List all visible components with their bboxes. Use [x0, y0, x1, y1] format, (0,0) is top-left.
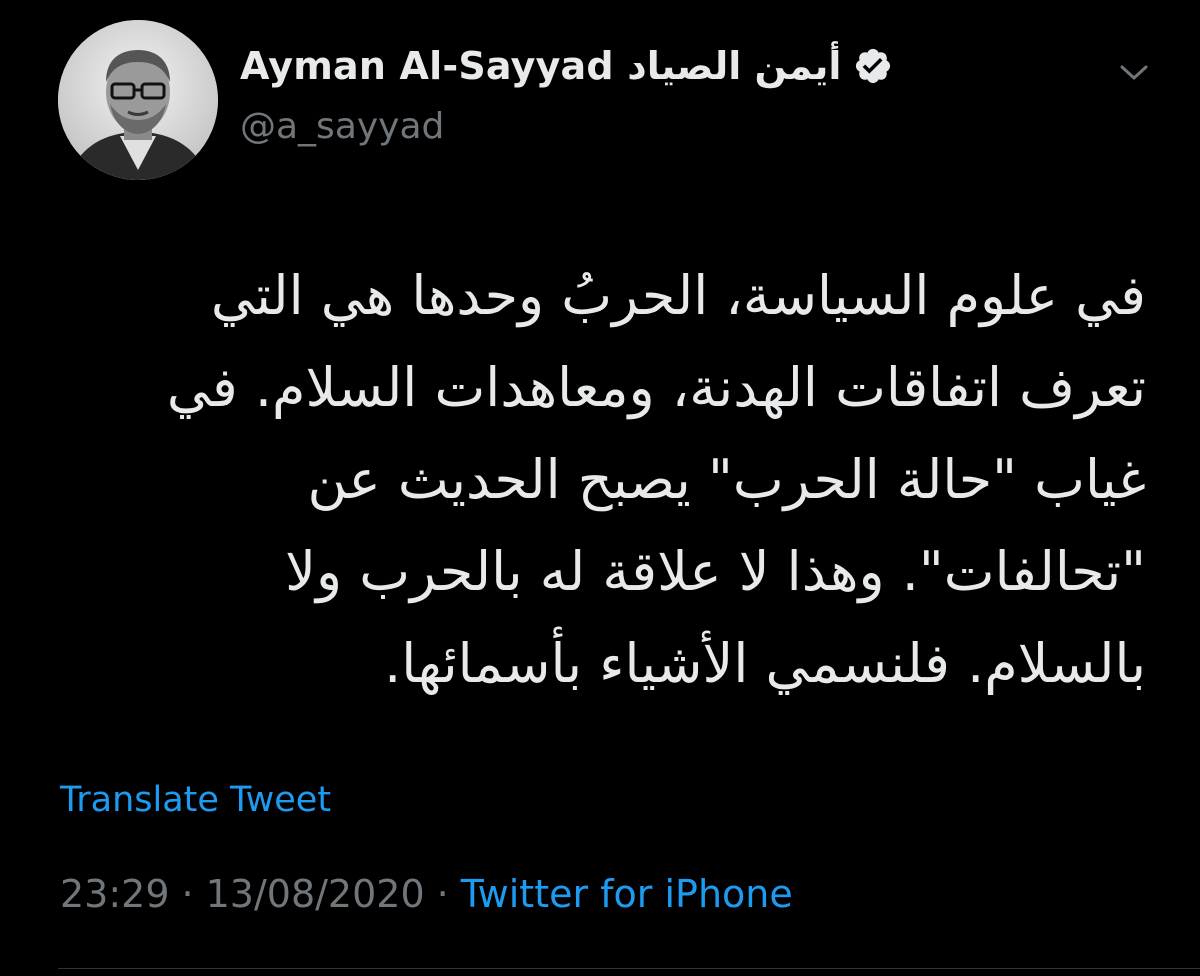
tweet-text-line: غياب "حالة الحرب" يصبح الحديث عن — [307, 448, 1146, 511]
chevron-down-icon — [1120, 65, 1148, 80]
avatar-photo — [58, 20, 218, 180]
tweet-text: في علوم السياسة، الحربُ وحدها هي التي تع… — [58, 250, 1146, 710]
tweet-time[interactable]: 23:29 — [60, 872, 170, 916]
avatar[interactable] — [58, 20, 218, 180]
tweet-date[interactable]: 13/08/2020 — [206, 872, 425, 916]
tweet-text-line: تعرف اتفاقات الهدنة، ومعاهدات السلام. في — [166, 356, 1146, 419]
tweet-meta: 23:29 · 13/08/2020 · Twitter for iPhone — [60, 872, 793, 916]
author-handle[interactable]: @a_sayyad — [240, 106, 444, 147]
meta-separator: · — [181, 872, 194, 916]
tweet-text-line: في علوم السياسة، الحربُ وحدها هي التي — [210, 264, 1146, 327]
author-name-row[interactable]: Ayman Al-Sayyad أيمن الصياد — [240, 44, 893, 88]
verified-badge-icon — [853, 46, 893, 86]
tweet: Ayman Al-Sayyad أيمن الصياد @a_sayyad في… — [0, 0, 1200, 976]
translate-tweet-link[interactable]: Translate Tweet — [60, 780, 331, 820]
tweet-text-line: بالسلام. فلنسمي الأشياء بأسمائها. — [384, 632, 1146, 695]
author-display-name[interactable]: Ayman Al-Sayyad أيمن الصياد — [240, 44, 841, 88]
more-options-button[interactable] — [1106, 52, 1162, 92]
meta-separator: · — [436, 872, 449, 916]
divider — [58, 968, 1200, 969]
tweet-text-line: "تحالفات". وهذا لا علاقة له بالحرب ولا — [285, 540, 1146, 603]
tweet-source-link[interactable]: Twitter for iPhone — [461, 872, 793, 916]
